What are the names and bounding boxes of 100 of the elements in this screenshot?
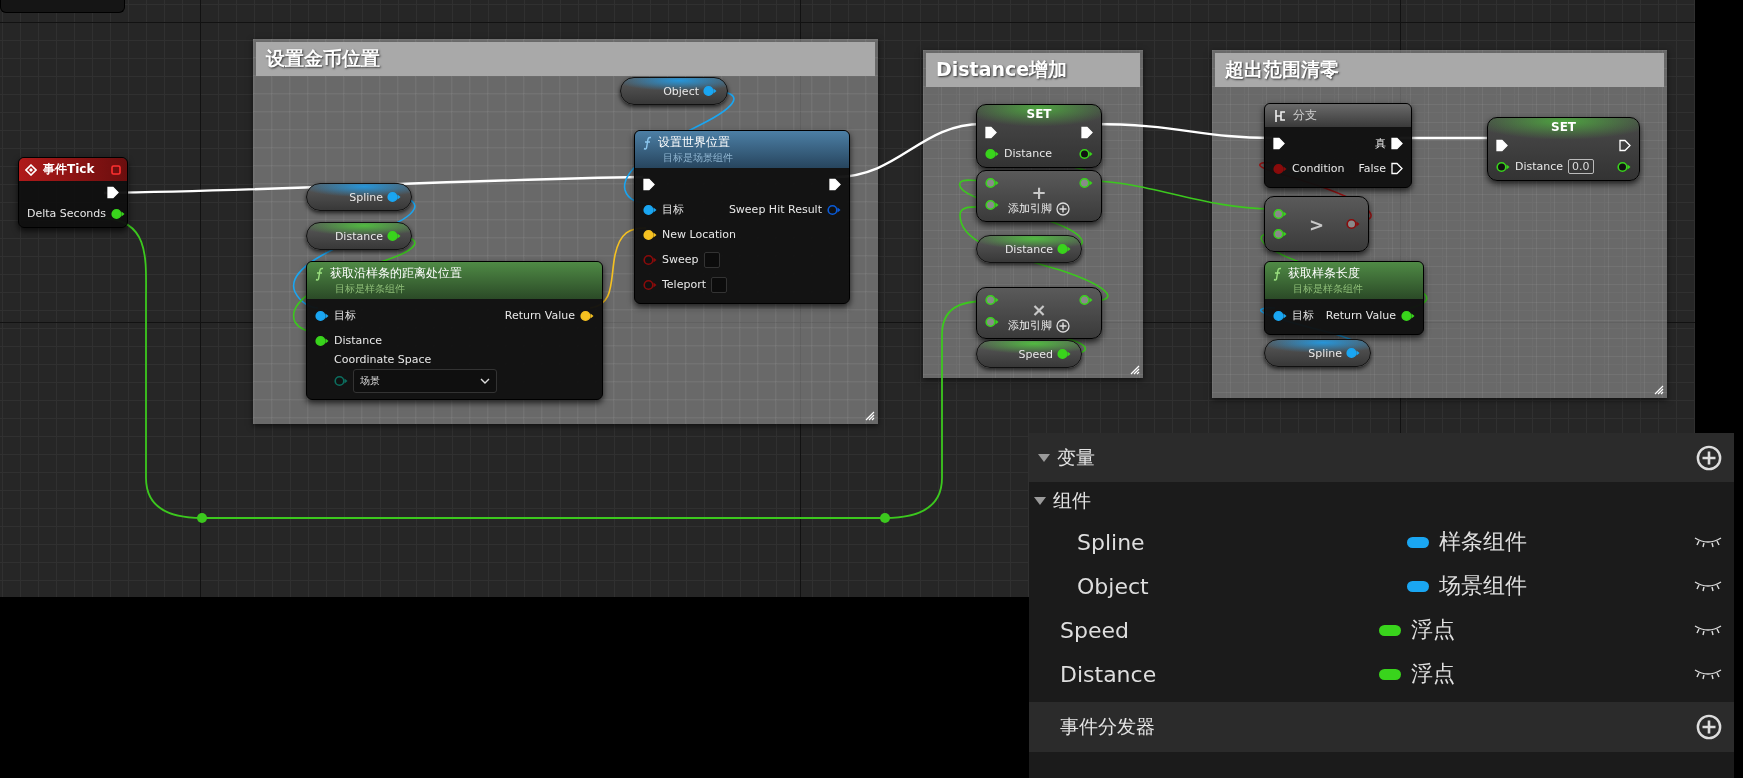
compare-node[interactable]: >: [1264, 196, 1369, 252]
function-icon: [1273, 266, 1283, 281]
data-pin-icon[interactable]: [1401, 309, 1415, 322]
add-pin-icon[interactable]: [1056, 201, 1070, 216]
dropdown[interactable]: 场景: [353, 369, 497, 393]
variable-node[interactable]: Distance: [976, 235, 1082, 263]
eye-closed-icon[interactable]: [1694, 580, 1722, 592]
event-diamond-icon: [25, 163, 37, 176]
data-pin-icon[interactable]: [315, 309, 329, 322]
set-node[interactable]: SET Distance: [976, 104, 1102, 168]
pin-label: New Location: [662, 228, 736, 241]
pin-label: Condition: [1292, 162, 1345, 175]
variable-node[interactable]: Object: [620, 77, 728, 105]
data-pin-icon[interactable]: [1617, 160, 1631, 173]
variable-type[interactable]: 场景组件: [1439, 571, 1527, 601]
add-pin-label[interactable]: 添加引脚: [1008, 201, 1052, 216]
exec-pin-icon[interactable]: [1273, 137, 1285, 150]
pin-label: 目标: [662, 202, 684, 217]
section-title[interactable]: 变量: [1057, 444, 1095, 471]
pin-label: Teleport: [662, 278, 706, 291]
variable-name[interactable]: Speed: [1029, 617, 1379, 643]
exec-pin-icon[interactable]: [1391, 137, 1403, 150]
exec-pin-icon[interactable]: [1391, 162, 1403, 175]
variable-node[interactable]: Distance: [306, 222, 412, 250]
add-pin-icon[interactable]: [1056, 318, 1070, 333]
pin-label: Coordinate Space: [334, 353, 433, 366]
exec-pin-icon[interactable]: [829, 178, 841, 191]
data-pin-icon[interactable]: [111, 207, 126, 220]
variable-label: Distance: [1004, 242, 1053, 256]
reroute-node[interactable]: [197, 513, 207, 523]
reroute-node[interactable]: [880, 513, 890, 523]
data-pin-icon[interactable]: [1496, 160, 1510, 173]
pin-label: 真: [1375, 136, 1386, 151]
function-node[interactable]: 获取样条长度 目标是样条组件 目标 Return Value: [1264, 261, 1424, 335]
exec-pin-icon[interactable]: [1619, 139, 1631, 152]
node-subtitle: 目标是样条组件: [1292, 282, 1364, 296]
node-subtitle: 目标是场景组件: [662, 151, 734, 165]
math-node[interactable]: + 添加引脚: [976, 170, 1102, 222]
add-pin-label[interactable]: 添加引脚: [1008, 318, 1052, 333]
function-node[interactable]: 获取沿样条的距离处位置 目标是样条组件 目标 Return Value Distance Coordinate Space 场景: [306, 261, 603, 400]
variable-node[interactable]: Spline: [1264, 339, 1371, 367]
variable-type[interactable]: 样条组件: [1439, 527, 1527, 557]
node-title: 分支: [1293, 107, 1317, 124]
pin-label: Sweep Hit Result: [728, 203, 822, 216]
data-pin-icon[interactable]: [985, 316, 999, 328]
variable-node[interactable]: Speed: [976, 340, 1082, 368]
data-pin-icon[interactable]: [985, 147, 999, 160]
variable-type[interactable]: 浮点: [1411, 659, 1455, 689]
variable-name[interactable]: Object: [1029, 573, 1389, 599]
branch-node[interactable]: 分支 真 Condition False: [1264, 103, 1412, 188]
variable-name[interactable]: Spline: [1029, 529, 1389, 555]
eye-closed-icon[interactable]: [1694, 668, 1722, 680]
data-pin-icon[interactable]: [387, 230, 401, 242]
set-node[interactable]: SET Distance 0.0: [1487, 117, 1640, 181]
resize-grip-icon[interactable]: [1128, 363, 1140, 375]
data-pin-icon[interactable]: [1273, 228, 1287, 240]
variable-label: Distance: [334, 229, 383, 243]
operator-label: >: [1308, 213, 1325, 235]
node-title: 事件Tick: [43, 161, 96, 178]
data-pin-icon[interactable]: [643, 228, 657, 241]
pin-label: 目标: [1292, 308, 1314, 323]
data-pin-icon[interactable]: [643, 203, 657, 216]
checkbox[interactable]: [703, 251, 720, 268]
function-node[interactable]: 设置世界位置 目标是场景组件 目标 Sweep Hit Result New Location Sweep Teleport: [634, 130, 850, 304]
data-pin-icon[interactable]: [1057, 243, 1071, 255]
event-node[interactable]: 事件Tick Delta Seconds: [18, 157, 128, 228]
exec-pin-icon[interactable]: [1081, 126, 1093, 139]
node-title: SET: [1026, 106, 1052, 121]
variable-label: Spline: [1308, 346, 1342, 360]
data-pin-icon[interactable]: [580, 309, 594, 322]
delegate-pin-icon[interactable]: [111, 164, 121, 175]
value-field[interactable]: 0.0: [1568, 159, 1594, 174]
eye-closed-icon[interactable]: [1694, 624, 1722, 636]
data-pin-icon[interactable]: [1057, 348, 1071, 360]
variable-type[interactable]: 浮点: [1411, 615, 1455, 645]
exec-pin-icon[interactable]: [107, 186, 119, 199]
variable-name[interactable]: Distance: [1029, 661, 1379, 687]
exec-pin-icon[interactable]: [985, 126, 997, 139]
pin-label: 目标: [334, 308, 356, 323]
variable-node[interactable]: Spline: [306, 183, 412, 211]
exec-pin-icon[interactable]: [643, 178, 655, 191]
checkbox[interactable]: [711, 276, 727, 293]
data-pin-icon[interactable]: [985, 199, 999, 211]
resize-grip-icon[interactable]: [863, 409, 875, 421]
math-node[interactable]: × 添加引脚: [976, 287, 1102, 339]
resize-grip-icon[interactable]: [1652, 383, 1664, 395]
section-title[interactable]: 事件分发器: [1037, 714, 1155, 740]
eye-closed-icon[interactable]: [1694, 536, 1722, 548]
node-title: 获取样条长度: [1288, 265, 1360, 282]
exec-pin-icon[interactable]: [1496, 139, 1508, 152]
pin-label: False: [1358, 162, 1386, 175]
add-icon[interactable]: [1696, 444, 1722, 471]
add-icon[interactable]: [1696, 714, 1722, 740]
data-pin-icon[interactable]: [1079, 147, 1093, 160]
graph-node[interactable]: [0, 0, 125, 13]
pin-label: Delta Seconds: [27, 207, 107, 220]
data-pin-icon[interactable]: [1273, 309, 1287, 322]
category-title[interactable]: 组件: [1053, 488, 1091, 514]
pin-label: Distance: [1004, 147, 1053, 160]
data-pin-icon[interactable]: [315, 334, 329, 347]
